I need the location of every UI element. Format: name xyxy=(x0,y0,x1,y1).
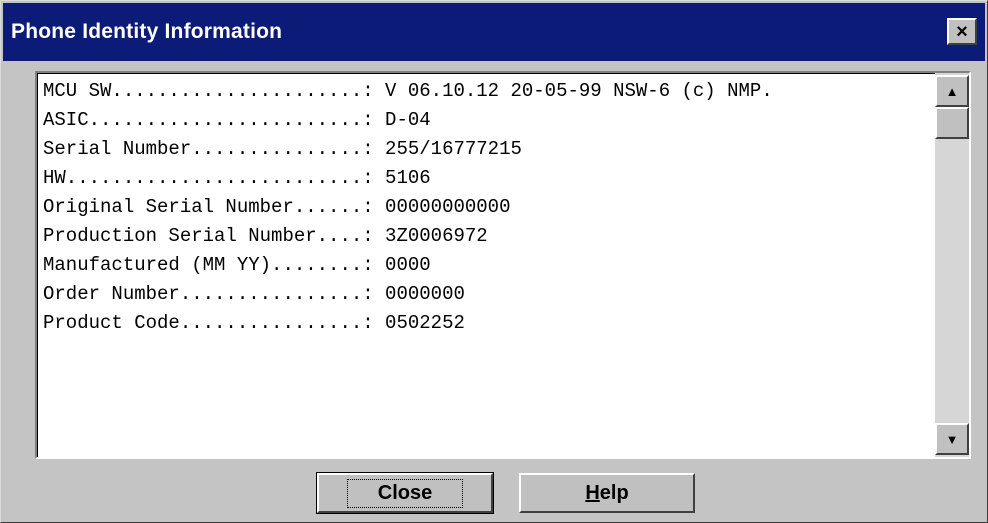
info-line-asic: ASIC........................: D-04 xyxy=(43,109,431,131)
info-line-mcu-sw: MCU SW......................: V 06.10.12… xyxy=(43,80,773,102)
close-button[interactable]: Close xyxy=(316,472,494,514)
help-button-label: elp xyxy=(599,481,629,504)
triangle-up-icon[interactable]: ▲ xyxy=(935,75,969,107)
help-button-mnemonic: H xyxy=(585,481,600,504)
info-line-product-code: Product Code................: 0502252 xyxy=(43,312,465,334)
info-line-hw: HW..........................: 5106 xyxy=(43,167,431,189)
dialog-title: Phone Identity Information xyxy=(11,20,283,43)
phone-identity-dialog: Phone Identity Information × MCU SW.....… xyxy=(0,0,988,523)
close-icon[interactable]: × xyxy=(947,18,977,45)
triangle-down-icon[interactable]: ▼ xyxy=(935,423,969,455)
identity-info-list[interactable]: MCU SW......................: V 06.10.12… xyxy=(35,71,971,459)
scrollbar-thumb[interactable] xyxy=(935,107,969,139)
info-line-manufactured: Manufactured (MM YY)........: 0000 xyxy=(43,254,431,276)
help-button[interactable]: Help xyxy=(519,473,695,513)
info-line-production-serial: Production Serial Number....: 3Z0006972 xyxy=(43,225,488,247)
info-line-original-serial: Original Serial Number......: 0000000000… xyxy=(43,196,511,218)
close-button-label: Close xyxy=(346,478,464,508)
info-content: MCU SW......................: V 06.10.12… xyxy=(43,77,931,457)
info-line-order-number: Order Number................: 0000000 xyxy=(43,283,465,305)
vertical-scrollbar[interactable]: ▲ ▼ xyxy=(935,73,969,457)
title-bar[interactable]: Phone Identity Information × xyxy=(3,3,985,61)
info-line-serial-number: Serial Number...............: 255/167772… xyxy=(43,138,522,160)
